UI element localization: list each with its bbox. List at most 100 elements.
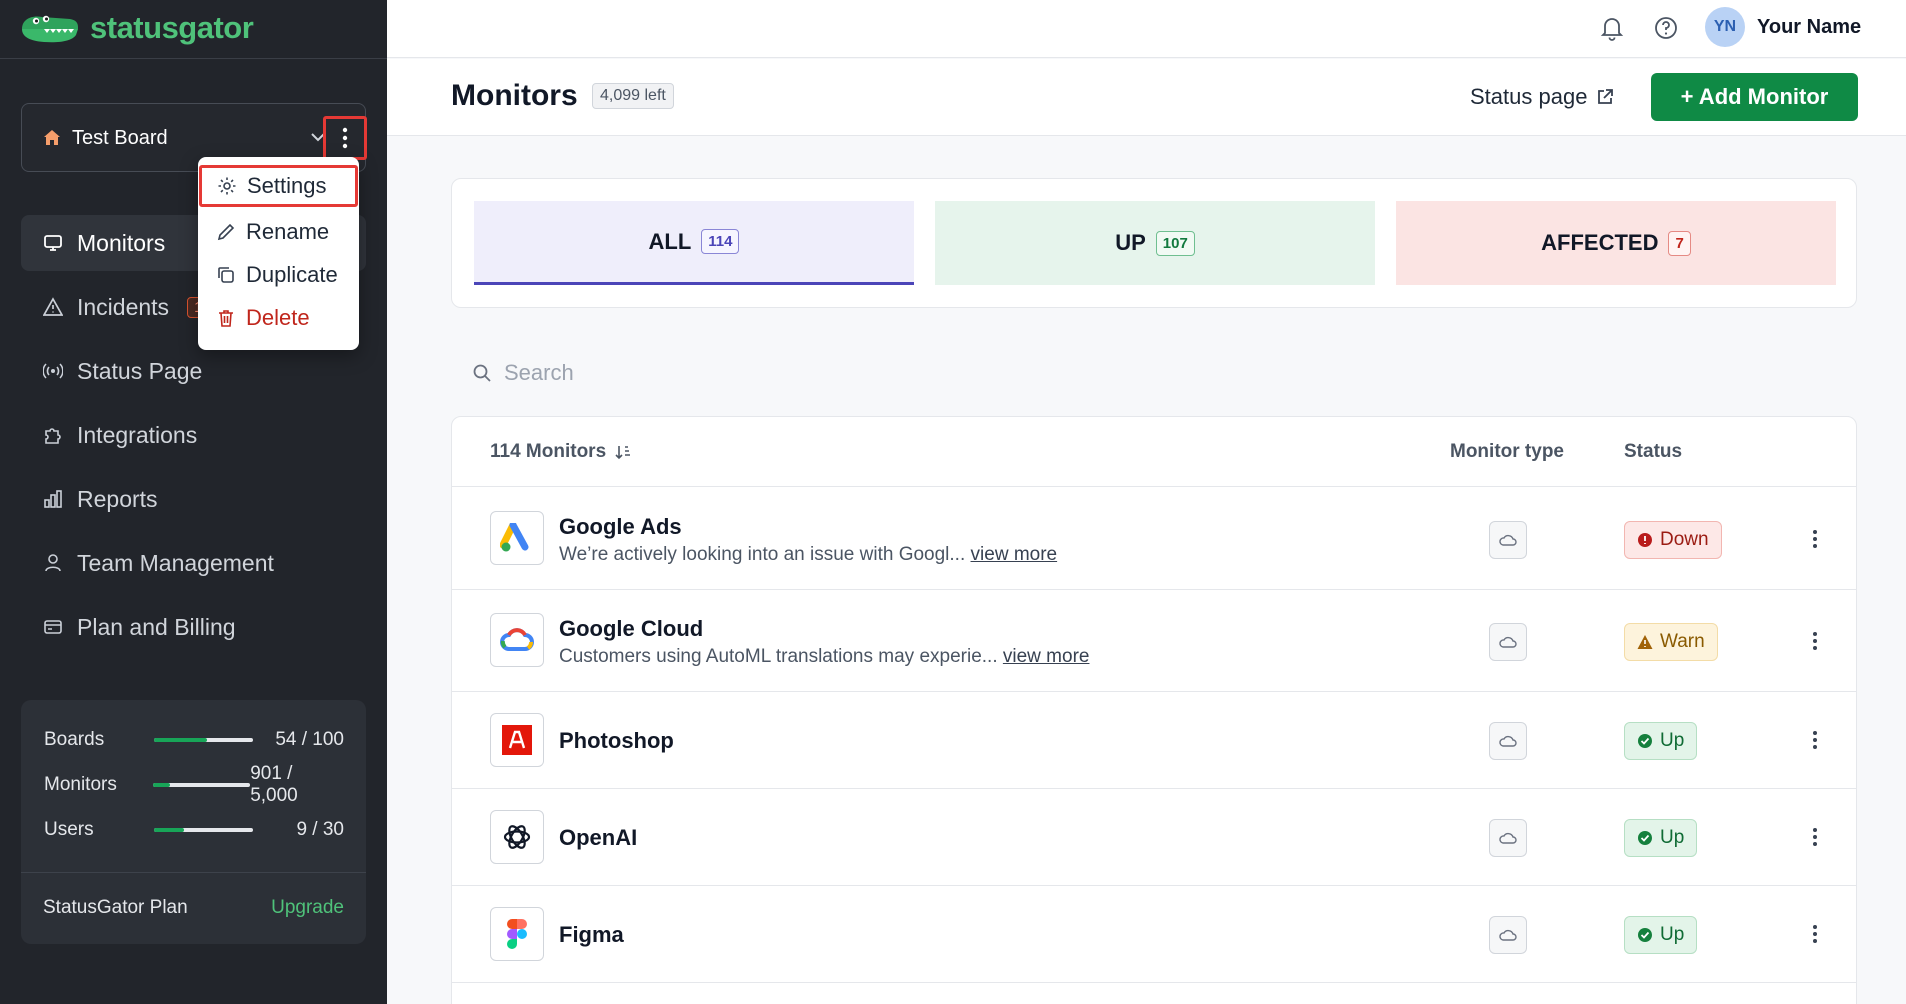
cloud-icon xyxy=(1499,929,1517,941)
monitors-table: 114 Monitors Monitor type Status Google … xyxy=(451,416,1857,1004)
table-row[interactable]: Google Cloud Customers using AutoML tran… xyxy=(452,590,1856,692)
sidebar-item-integrations[interactable]: Integrations xyxy=(21,407,366,463)
sidebar-item-team-management[interactable]: Team Management xyxy=(21,535,366,591)
bell-icon[interactable] xyxy=(1598,14,1626,42)
board-name: Test Board xyxy=(72,127,168,149)
check-circle-icon xyxy=(1638,928,1652,942)
status-badge: Up xyxy=(1624,916,1698,954)
help-icon[interactable] xyxy=(1652,14,1680,42)
row-options-button[interactable] xyxy=(1805,922,1825,946)
brand-logo[interactable]: statusgator xyxy=(20,8,254,48)
row-options-button[interactable] xyxy=(1805,527,1825,551)
status-badge: Down xyxy=(1624,521,1722,559)
openai-logo-icon xyxy=(490,810,544,864)
home-icon xyxy=(44,130,60,145)
tab-label: UP xyxy=(1115,230,1146,255)
google-ads-logo-icon xyxy=(490,511,544,565)
usage-value: 9 / 30 xyxy=(296,819,344,840)
figma-logo-icon xyxy=(490,907,544,961)
board-options-button[interactable] xyxy=(323,116,367,160)
table-row[interactable]: Google Ads We’re actively looking into a… xyxy=(452,488,1856,590)
gear-icon xyxy=(218,177,236,195)
tab-all[interactable]: ALL 114 xyxy=(474,201,914,285)
usage-boards: Boards 54 / 100 xyxy=(44,726,344,754)
row-options-button[interactable] xyxy=(1805,825,1825,849)
monitor-type-chip xyxy=(1489,722,1527,760)
add-monitor-button[interactable]: + Add Monitor xyxy=(1651,73,1858,121)
puzzle-icon xyxy=(45,428,61,444)
warning-icon xyxy=(43,297,63,316)
sidebar: statusgator Test Board Monitors Incident… xyxy=(0,0,387,1004)
table-row[interactable]: Photoshop Up xyxy=(452,692,1856,789)
view-more-link[interactable]: view more xyxy=(1003,646,1090,667)
check-circle-icon xyxy=(1638,831,1652,845)
sidebar-item-label: Monitors xyxy=(77,229,166,256)
sidebar-item-label: Plan and Billing xyxy=(77,613,236,640)
kebab-menu-icon xyxy=(1813,731,1817,749)
status-label: Up xyxy=(1660,924,1685,945)
sidebar-item-label: Status Page xyxy=(77,357,203,384)
pencil-icon xyxy=(217,223,235,241)
tab-label: ALL xyxy=(648,228,692,254)
status-page-link[interactable]: Status page xyxy=(1470,84,1615,110)
row-options-button[interactable] xyxy=(1805,728,1825,752)
sidebar-item-label: Reports xyxy=(77,485,158,512)
menu-item-settings[interactable]: Settings xyxy=(199,165,358,207)
filter-tabs: ALL 114 UP 107 AFFECTED 7 xyxy=(451,178,1857,308)
bar-chart-icon xyxy=(44,490,62,508)
usage-value: 901 / 5,000 xyxy=(250,763,298,806)
usage-monitors: Monitors 901 / 5,000 xyxy=(44,763,344,806)
monitor-type-chip xyxy=(1489,819,1527,857)
sidebar-item-reports[interactable]: Reports xyxy=(21,471,366,527)
table-row[interactable]: Figma Up xyxy=(452,886,1856,983)
tab-affected[interactable]: AFFECTED 7 xyxy=(1396,201,1836,285)
upgrade-link[interactable]: Upgrade xyxy=(271,897,344,919)
usage-label: Users xyxy=(44,819,94,840)
usage-value: 54 / 100 xyxy=(275,729,344,750)
column-monitor-type: Monitor type xyxy=(1450,441,1564,462)
monitor-name[interactable]: OpenAI xyxy=(559,825,637,851)
row-options-button[interactable] xyxy=(1805,629,1825,653)
credit-card-icon xyxy=(44,620,62,634)
monitors-count-header[interactable]: 114 Monitors xyxy=(490,441,632,463)
warning-triangle-icon xyxy=(1637,635,1653,649)
view-more-link[interactable]: view more xyxy=(971,544,1058,565)
status-badge: Warn xyxy=(1624,623,1718,661)
status-page-label: Status page xyxy=(1470,84,1588,109)
monitor-icon xyxy=(44,235,62,251)
monitor-name[interactable]: Photoshop xyxy=(559,728,674,754)
monitor-name[interactable]: Google Cloud xyxy=(559,616,703,642)
check-circle-icon xyxy=(1638,734,1652,748)
status-label: Up xyxy=(1660,827,1685,848)
tab-up[interactable]: UP 107 xyxy=(935,201,1375,285)
monitors-count-label: 114 Monitors xyxy=(490,441,607,462)
avatar[interactable]: YN xyxy=(1705,7,1745,47)
menu-item-label: Delete xyxy=(246,305,310,330)
monitor-type-chip xyxy=(1489,623,1527,661)
menu-item-duplicate[interactable]: Duplicate xyxy=(198,254,359,296)
search-input[interactable] xyxy=(504,360,1104,386)
usage-label: Monitors xyxy=(44,774,117,795)
cloud-icon xyxy=(1499,636,1517,648)
tab-count: 107 xyxy=(1155,230,1195,256)
monitor-name[interactable]: Figma xyxy=(559,922,624,948)
sidebar-item-plan-billing[interactable]: Plan and Billing xyxy=(21,599,366,655)
description-text: We’re actively looking into an issue wit… xyxy=(559,544,966,565)
tab-count: 7 xyxy=(1668,230,1691,256)
cloud-icon xyxy=(1499,735,1517,747)
menu-item-rename[interactable]: Rename xyxy=(198,211,359,253)
menu-item-delete[interactable]: Delete xyxy=(198,297,359,339)
alert-circle-icon xyxy=(1638,533,1652,547)
search-icon xyxy=(473,364,491,382)
kebab-menu-icon xyxy=(1813,925,1817,943)
table-row[interactable]: OpenAI Up xyxy=(452,789,1856,886)
usage-bar xyxy=(154,828,253,832)
usage-bar-fill xyxy=(152,783,171,787)
table-header: 114 Monitors Monitor type Status xyxy=(452,417,1856,487)
menu-item-label: Settings xyxy=(247,173,327,198)
monitor-name[interactable]: Google Ads xyxy=(559,514,682,540)
sidebar-item-status-page[interactable]: Status Page xyxy=(21,343,366,399)
status-label: Warn xyxy=(1660,631,1705,652)
user-name[interactable]: Your Name xyxy=(1757,16,1861,39)
kebab-menu-icon xyxy=(1813,828,1817,846)
